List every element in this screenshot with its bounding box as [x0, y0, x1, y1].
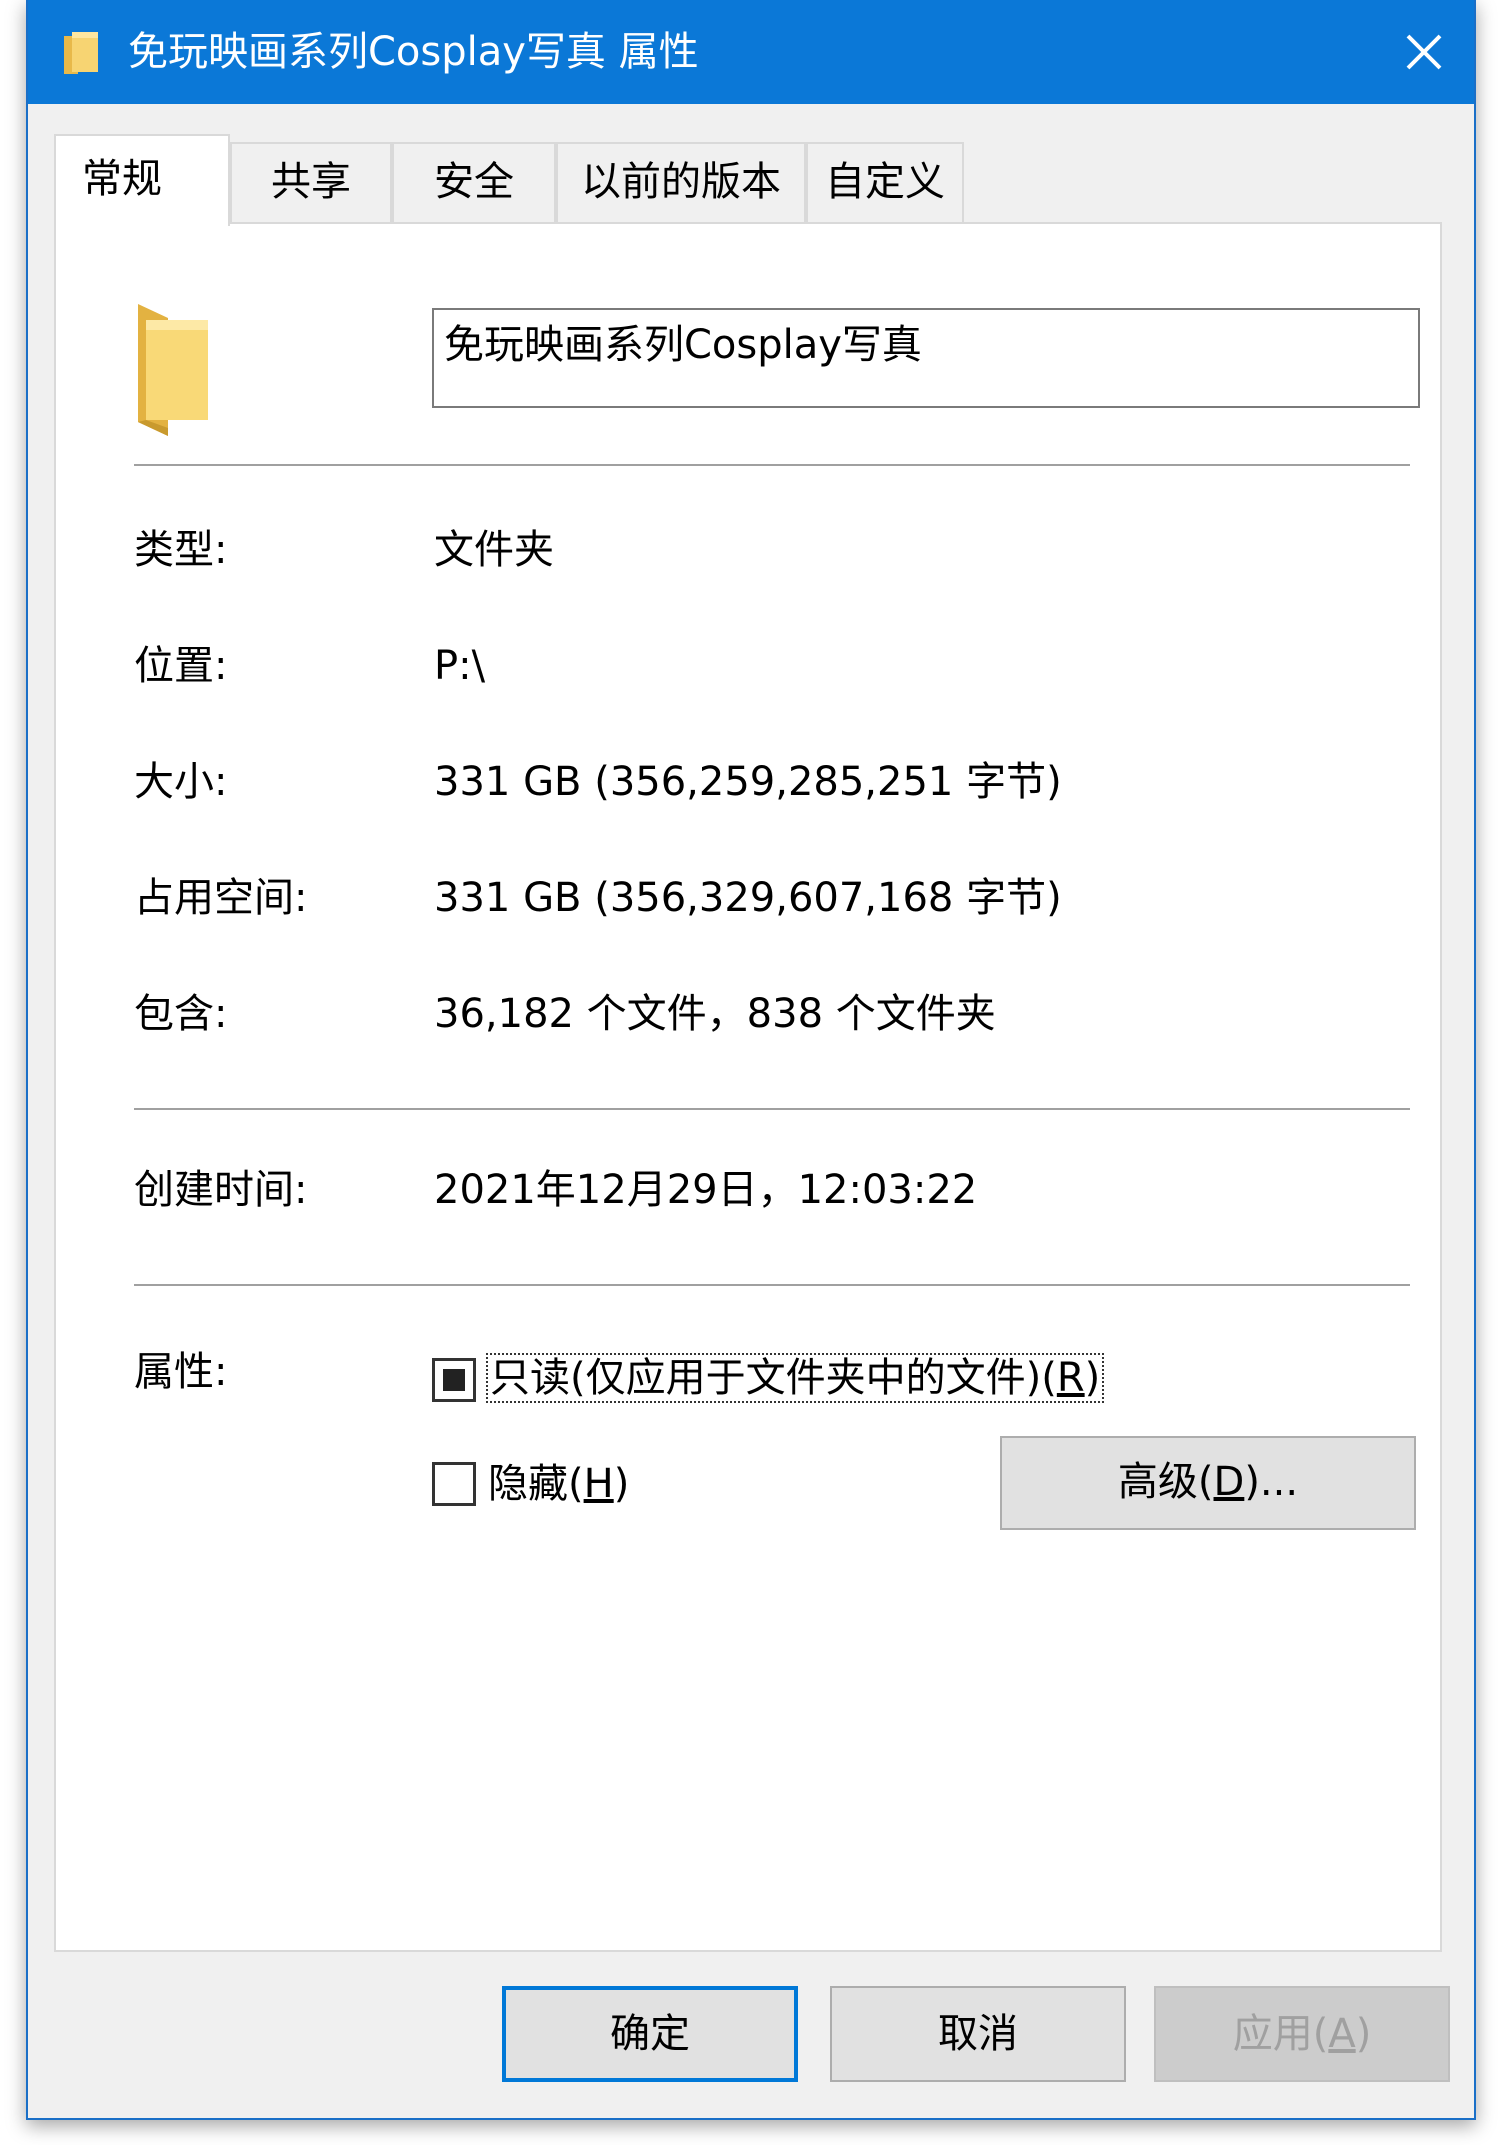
focus-rectangle: 只读(仅应用于文件夹中的文件)(R): [486, 1353, 1105, 1403]
location-value: P:\: [434, 643, 486, 689]
readonly-label[interactable]: 只读(仅应用于文件夹中的文件)(R): [486, 1350, 1105, 1406]
divider: [134, 1108, 1410, 1110]
type-label: 类型:: [134, 527, 228, 573]
tab-previous-versions[interactable]: 以前的版本: [556, 142, 806, 222]
general-tab-panel: 类型: 文件夹 位置: P:\ 大小: 331 GB (356,259,285,…: [54, 222, 1442, 1952]
close-button[interactable]: [1374, 0, 1474, 104]
size-on-disk-label: 占用空间:: [134, 875, 308, 921]
apply-access-key: A: [1328, 2011, 1356, 2057]
size-label: 大小:: [134, 759, 228, 805]
advanced-label-text: 高级(: [1117, 1459, 1214, 1505]
divider: [134, 464, 1410, 466]
indeterminate-mark: [443, 1369, 465, 1391]
title-bar[interactable]: 免玩映画系列Cosplay写真 属性: [28, 0, 1474, 104]
tab-customize[interactable]: 自定义: [806, 142, 964, 222]
cancel-button[interactable]: 取消: [830, 1986, 1126, 2082]
large-folder-icon: [138, 304, 208, 436]
created-label: 创建时间:: [134, 1167, 308, 1213]
readonly-label-text: 只读(仅应用于文件夹中的文件)(: [490, 1355, 1057, 1401]
hidden-checkbox[interactable]: [432, 1462, 476, 1506]
window-title: 免玩映画系列Cosplay写真 属性: [128, 29, 699, 75]
tab-general[interactable]: 常规: [54, 134, 230, 226]
folder-name-input[interactable]: [432, 308, 1420, 408]
tab-sharing[interactable]: 共享: [230, 142, 392, 222]
readonly-checkbox[interactable]: [432, 1358, 476, 1402]
contains-label: 包含:: [134, 991, 228, 1037]
hidden-label-text: 隐藏(: [488, 1461, 584, 1507]
advanced-label-suffix: )...: [1244, 1459, 1299, 1505]
type-value: 文件夹: [434, 527, 554, 573]
size-value: 331 GB (356,259,285,251 字节): [434, 759, 1062, 805]
hidden-label-suffix: ): [613, 1461, 630, 1507]
attributes-label: 属性:: [134, 1349, 228, 1395]
ok-button[interactable]: 确定: [502, 1986, 798, 2082]
readonly-access-key: R: [1056, 1355, 1085, 1401]
divider: [134, 1284, 1410, 1286]
folder-icon: [64, 32, 98, 74]
created-value: 2021年12月29日，12:03:22: [434, 1167, 978, 1213]
apply-label-text: 应用(: [1232, 2011, 1329, 2057]
advanced-button[interactable]: 高级(D)...: [1000, 1436, 1416, 1530]
readonly-label-suffix: ): [1084, 1355, 1101, 1401]
size-on-disk-value: 331 GB (356,329,607,168 字节): [434, 875, 1062, 921]
location-label: 位置:: [134, 643, 228, 689]
tab-security[interactable]: 安全: [392, 142, 556, 222]
hidden-label[interactable]: 隐藏(H): [488, 1456, 629, 1512]
apply-label-suffix: ): [1355, 2011, 1372, 2057]
properties-dialog: 免玩映画系列Cosplay写真 属性 常规 共享 安全 以前的版本 自定义 类型…: [26, 0, 1476, 2120]
contains-value: 36,182 个文件，838 个文件夹: [434, 991, 996, 1037]
advanced-access-key: D: [1213, 1459, 1245, 1505]
close-icon: [1406, 34, 1442, 70]
apply-button[interactable]: 应用(A): [1154, 1986, 1450, 2082]
hidden-access-key: H: [583, 1461, 614, 1507]
